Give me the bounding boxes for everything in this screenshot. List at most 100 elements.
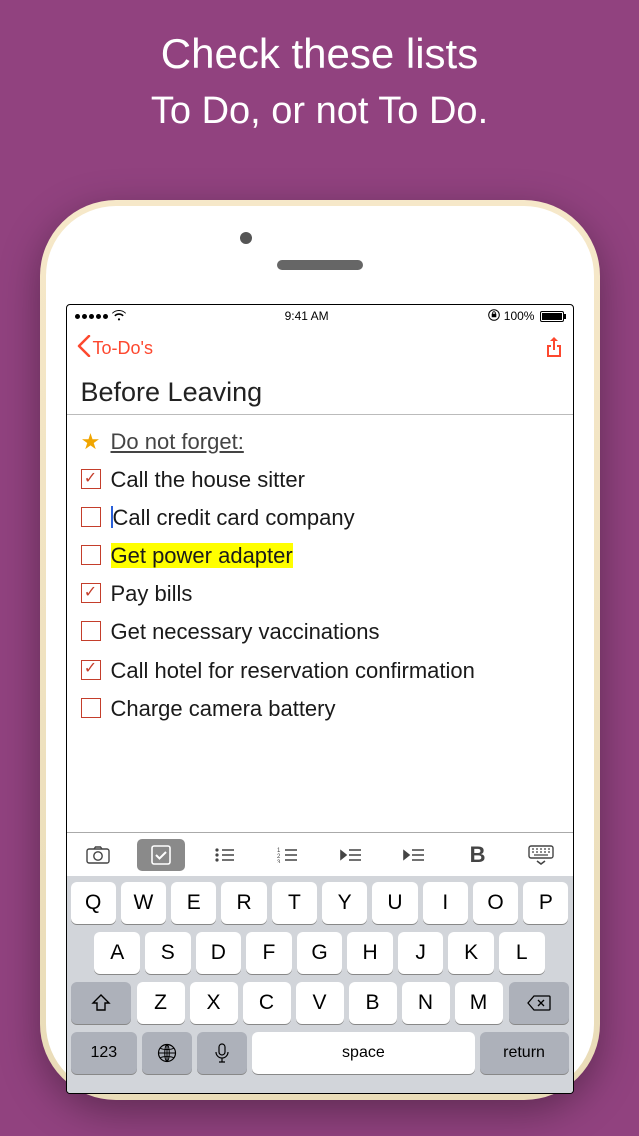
- todo-text[interactable]: Pay bills: [111, 577, 559, 611]
- star-icon: ★: [81, 425, 101, 459]
- number-list-icon: 123: [277, 847, 299, 863]
- key-k[interactable]: K: [448, 932, 494, 974]
- wifi-icon: [112, 309, 126, 324]
- back-button[interactable]: To-Do's: [77, 335, 153, 362]
- signal-dots-icon: [75, 314, 108, 319]
- bullet-list-button[interactable]: [201, 839, 249, 871]
- todo-checkbox[interactable]: ✓: [81, 583, 101, 603]
- key-q[interactable]: Q: [71, 882, 116, 924]
- key-o[interactable]: O: [473, 882, 518, 924]
- key-m[interactable]: M: [455, 982, 503, 1024]
- note-title[interactable]: Before Leaving: [67, 369, 573, 415]
- device-screen: 9:41 AM 100% To-Do's: [66, 304, 574, 1094]
- number-list-button[interactable]: 123: [264, 839, 312, 871]
- key-w[interactable]: W: [121, 882, 166, 924]
- svg-text:3: 3: [277, 860, 281, 863]
- todo-text[interactable]: Call credit card company: [111, 501, 559, 535]
- key-t[interactable]: T: [272, 882, 317, 924]
- camera-button[interactable]: [74, 839, 122, 871]
- checkbox-icon: [151, 845, 171, 865]
- key-h[interactable]: H: [347, 932, 393, 974]
- camera-icon: [86, 846, 110, 864]
- todo-text-span: Charge camera battery: [111, 696, 336, 721]
- checkbox-style-button[interactable]: [137, 839, 185, 871]
- key-g[interactable]: G: [297, 932, 343, 974]
- key-u[interactable]: U: [372, 882, 417, 924]
- todo-checkbox[interactable]: [81, 621, 101, 641]
- status-bar: 9:41 AM 100%: [67, 305, 573, 327]
- bullet-list-icon: [214, 847, 236, 863]
- backspace-icon: [527, 995, 551, 1011]
- todo-text[interactable]: Get power adapter: [111, 539, 559, 573]
- todo-checkbox[interactable]: [81, 545, 101, 565]
- key-r[interactable]: R: [221, 882, 266, 924]
- todo-text-span: Get power adapter: [111, 543, 293, 568]
- key-i[interactable]: I: [423, 882, 468, 924]
- todo-text-span: Call hotel for reservation confirmation: [111, 658, 475, 683]
- todo-row: ✓ Call hotel for reservation confirmation: [81, 652, 559, 690]
- note-heading-row: ★ Do not forget:: [81, 423, 559, 461]
- phone-camera: [240, 232, 252, 244]
- todo-row: Call credit card company: [81, 499, 559, 537]
- key-f[interactable]: F: [246, 932, 292, 974]
- todo-text[interactable]: Get necessary vaccinations: [111, 615, 559, 649]
- dictation-key[interactable]: [197, 1032, 247, 1074]
- promo-line-2: To Do, or not To Do.: [0, 78, 639, 133]
- dismiss-keyboard-button[interactable]: [517, 839, 565, 871]
- todo-text-span: Call credit card company: [113, 505, 355, 530]
- todo-row: Get necessary vaccinations: [81, 613, 559, 651]
- key-b[interactable]: B: [349, 982, 397, 1024]
- todo-row: ✓ Pay bills: [81, 575, 559, 613]
- key-y[interactable]: Y: [322, 882, 367, 924]
- indent-button[interactable]: [390, 839, 438, 871]
- key-n[interactable]: N: [402, 982, 450, 1024]
- key-j[interactable]: J: [398, 932, 444, 974]
- todo-text[interactable]: Call the house sitter: [111, 463, 559, 497]
- promo-line-1: Check these lists: [0, 0, 639, 78]
- key-s[interactable]: S: [145, 932, 191, 974]
- globe-key[interactable]: [142, 1032, 192, 1074]
- todo-checkbox[interactable]: [81, 698, 101, 718]
- todo-checkbox[interactable]: ✓: [81, 469, 101, 489]
- todo-text-span: Get necessary vaccinations: [111, 619, 380, 644]
- key-e[interactable]: E: [171, 882, 216, 924]
- shift-key[interactable]: [71, 982, 131, 1024]
- outdent-button[interactable]: [327, 839, 375, 871]
- outdent-icon: [340, 847, 362, 863]
- battery-icon: [540, 311, 564, 322]
- key-d[interactable]: D: [196, 932, 242, 974]
- backspace-key[interactable]: [509, 982, 569, 1024]
- orientation-lock-icon: [488, 309, 500, 324]
- key-c[interactable]: C: [243, 982, 291, 1024]
- todo-text-span: Pay bills: [111, 581, 193, 606]
- key-a[interactable]: A: [94, 932, 140, 974]
- status-time: 9:41 AM: [285, 309, 329, 323]
- todo-row: ✓ Call the house sitter: [81, 461, 559, 499]
- todo-checkbox[interactable]: [81, 507, 101, 527]
- key-v[interactable]: V: [296, 982, 344, 1024]
- note-body[interactable]: ★ Do not forget: ✓ Call the house sitter C…: [67, 415, 573, 728]
- phone-speaker: [277, 260, 363, 270]
- todo-text[interactable]: Charge camera battery: [111, 692, 559, 726]
- key-z[interactable]: Z: [137, 982, 185, 1024]
- todo-row: Get power adapter: [81, 537, 559, 575]
- key-l[interactable]: L: [499, 932, 545, 974]
- chevron-left-icon: [77, 335, 91, 362]
- battery-percent: 100%: [504, 309, 535, 323]
- mic-icon: [215, 1043, 229, 1063]
- phone-frame: 9:41 AM 100% To-Do's: [40, 200, 600, 1100]
- keyboard: QWERTYUIOP ASDFGHJKL ZXCVBNM 123: [67, 876, 573, 1093]
- todo-checkbox[interactable]: ✓: [81, 660, 101, 680]
- note-heading: Do not forget:: [111, 425, 559, 459]
- numbers-key[interactable]: 123: [71, 1032, 138, 1074]
- todo-text[interactable]: Call hotel for reservation confirmation: [111, 654, 559, 688]
- space-key[interactable]: space: [252, 1032, 474, 1074]
- indent-icon: [403, 847, 425, 863]
- key-p[interactable]: P: [523, 882, 568, 924]
- return-key[interactable]: return: [480, 1032, 569, 1074]
- share-button[interactable]: [545, 337, 563, 359]
- bold-button[interactable]: B: [454, 839, 502, 871]
- key-x[interactable]: X: [190, 982, 238, 1024]
- promo-banner: Check these lists To Do, or not To Do.: [0, 0, 639, 133]
- todo-row: Charge camera battery: [81, 690, 559, 728]
